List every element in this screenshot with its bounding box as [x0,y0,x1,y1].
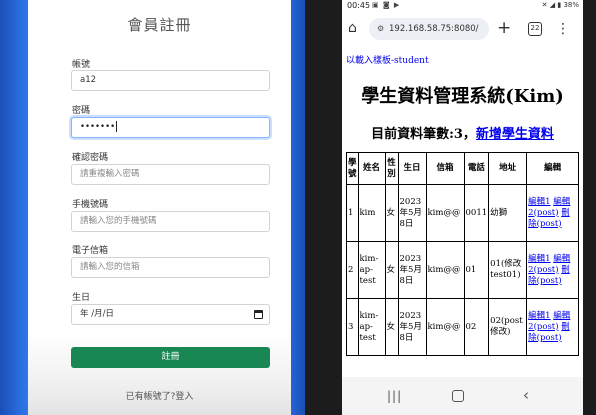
account-label: 帳號 [72,60,91,70]
cell-id: 1 [346,184,359,242]
record-count-label: 目前資料筆數:3， [371,127,476,142]
registration-window: 會員註冊 帳號 a12 密碼 ••••••• 確認密碼 請重複輸入密碼 手機號碼… [0,0,305,415]
phone-screen: 00:45 ▣ ◙ ▶ ✕ ◢ ▮ 38% ⌂ ⚙ 192.168.58.75:… [342,0,583,415]
cell-edit: 編輯1 編輯2(post) 刪除(post) [526,184,580,242]
calendar-icon[interactable] [254,310,263,319]
table-row: 1 kim 女 2023年5月8日 kim@@ 0011 幼獅 編輯1 編輯2(… [346,184,580,242]
cell-gender: 女 [384,298,399,356]
cell-name: kim-ap-test [357,298,386,356]
site-info-icon[interactable]: ⚙ [377,18,384,40]
cell-birthday: 2023年5月8日 [397,298,427,356]
notification-icons: ▣ ◙ ▶ [372,1,401,9]
col-header-edit: 編輯 [526,152,580,185]
register-button[interactable]: 註冊 [71,347,270,368]
birthday-value: 年 /月/日 [80,309,114,319]
phone-label: 手機號碼 [72,200,109,210]
status-bar: 00:45 ▣ ◙ ▶ ✕ ◢ ▮ 38% [342,0,583,12]
cell-email: kim@@ [425,298,465,356]
account-input[interactable]: a12 [71,70,270,91]
email-input[interactable]: 請輸入您的信箱 [71,257,270,278]
add-student-link[interactable]: 新增學生資料 [476,127,554,142]
new-tab-icon[interactable]: + [497,17,511,39]
col-header-name: 姓名 [357,152,386,185]
col-header-id: 學號 [346,152,359,185]
cell-phone: 01 [463,241,490,299]
email-label: 電子信箱 [72,246,109,256]
home-icon[interactable]: ⌂ [348,20,357,36]
table-row: 2 kim-ap-test 女 2023年5月8日 kim@@ 01 01(修改… [346,241,580,299]
cell-address: 幼獅 [488,184,528,242]
page-title: 學生資料管理系統(Kim) [361,86,564,107]
tab-switcher-button[interactable]: 22 [528,22,542,36]
edit1-link[interactable]: 編輯1 [528,311,550,321]
cell-phone: 0011 [463,184,490,242]
birthday-input[interactable]: 年 /月/日 [71,304,270,325]
screen-edge [583,0,596,415]
students-table: 學號 姓名 性別 生日 信箱 電話 地址 編輯 1 kim 女 2023年5月8… [346,152,580,356]
col-header-address: 地址 [488,152,528,185]
web-page: 以載入樣板-student 學生資料管理系統(Kim) 目前資料筆數:3，新增學… [342,46,583,377]
cell-address: 01(修改test01) [488,241,528,299]
more-menu-icon[interactable]: ⋮ [556,18,570,40]
login-link[interactable]: 已有帳號了?登入 [28,389,291,402]
battery-level: 38% [563,1,579,9]
phone-input[interactable]: 請輸入您的手機號碼 [71,211,270,232]
password-input[interactable]: ••••••• [71,117,270,138]
col-header-gender: 性別 [384,152,399,185]
cell-name: kim [357,184,386,242]
library-link[interactable]: 以載入樣板-student [346,53,429,66]
confirm-password-input[interactable]: 請重複輸入密碼 [71,164,270,185]
edit1-link[interactable]: 編輯1 [528,254,550,264]
cell-email: kim@@ [425,241,465,299]
cell-email: kim@@ [425,184,465,242]
col-header-birthday: 生日 [397,152,427,185]
cell-gender: 女 [384,241,399,299]
cell-id: 3 [346,298,359,356]
android-nav-bar: ||| ‹ [342,377,583,415]
back-icon[interactable]: ‹ [523,386,529,404]
status-time: 00:45 [347,1,371,10]
status-icons: ✕ ◢ ▮ 38% [541,1,579,9]
browser-toolbar: ⌂ ⚙ 192.168.58.75:8080/ + 22 ⋮ [342,12,583,46]
cell-edit: 編輯1 編輯2(post) 刪除(post) [526,298,580,356]
password-label: 密碼 [72,106,91,116]
recent-apps-icon[interactable]: ||| [387,389,402,403]
table-row: 3 kim-ap-test 女 2023年5月8日 kim@@ 02 02(po… [346,298,580,356]
address-bar[interactable]: ⚙ 192.168.58.75:8080/ [369,18,489,40]
record-count: 目前資料筆數:3，新增學生資料 [342,123,583,142]
cell-id: 2 [346,241,359,299]
cell-edit: 編輯1 編輯2(post) 刪除(post) [526,241,580,299]
birthday-label: 生日 [72,293,91,303]
registration-card: 會員註冊 帳號 a12 密碼 ••••••• 確認密碼 請重複輸入密碼 手機號碼… [28,0,291,415]
cell-gender: 女 [384,184,399,242]
edit1-link[interactable]: 編輯1 [528,197,550,207]
cell-name: kim-ap-test [357,241,386,299]
url-text: 192.168.58.75:8080/ [389,24,479,34]
cell-birthday: 2023年5月8日 [397,241,427,299]
form-title: 會員註冊 [127,16,192,34]
cell-birthday: 2023年5月8日 [397,184,427,242]
screen-divider [305,0,342,415]
table-header-row: 學號 姓名 性別 生日 信箱 電話 地址 編輯 [346,152,580,185]
cell-address: 02(post修改) [488,298,528,356]
confirm-password-label: 確認密碼 [72,153,109,163]
home-button-icon[interactable] [452,390,464,402]
text-cursor [116,121,118,132]
col-header-email: 信箱 [425,152,465,185]
cell-phone: 02 [463,298,490,356]
password-dots: ••••••• [80,122,116,132]
col-header-phone: 電話 [463,152,490,185]
